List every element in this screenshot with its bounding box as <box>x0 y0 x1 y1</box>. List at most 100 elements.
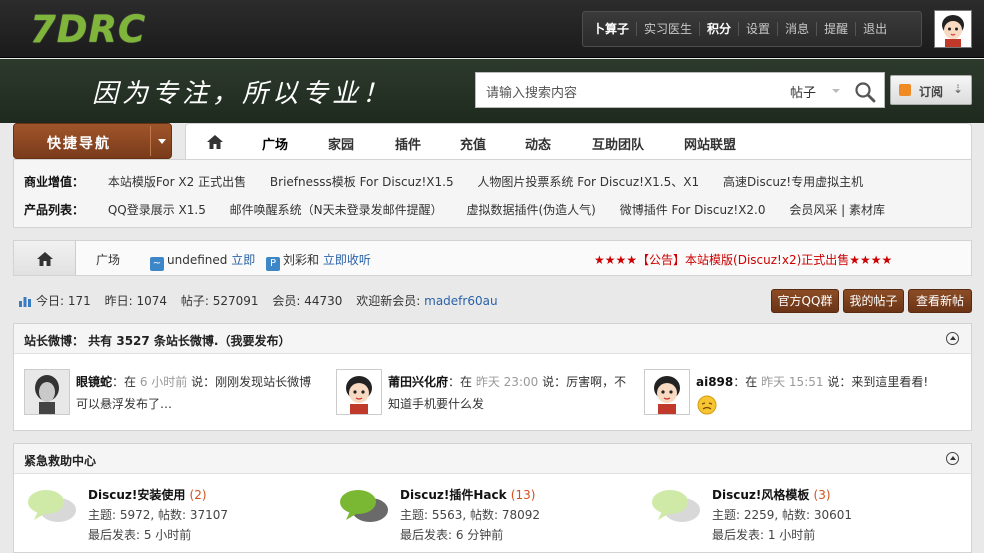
collapse-icon[interactable] <box>946 332 959 345</box>
my-posts-button[interactable]: 我的帖子 <box>843 289 904 313</box>
divider <box>150 126 151 156</box>
chat-bubbles-active-icon[interactable] <box>336 486 392 526</box>
weibo-time: 昨天 23:00 <box>475 375 539 389</box>
stats-posts: 527091 <box>212 294 259 308</box>
forum-new-count: (2) <box>189 488 207 502</box>
announcement[interactable]: ★★★★【公告】本站模版(Discuz!x2)正式出售★★★★ <box>594 251 892 268</box>
avatar[interactable] <box>336 369 382 415</box>
user-avatar[interactable] <box>934 10 972 48</box>
weibo-author[interactable]: 眼镜蛇 <box>76 375 112 389</box>
stats-icon <box>19 297 31 307</box>
promo-heading: 商业增值： <box>24 175 85 189</box>
weibo-item: ai898：在 昨天 15:51 说：来到這里看看! <box>644 369 944 419</box>
quick-nav-button[interactable]: 快捷导航 <box>13 123 172 159</box>
forum-name[interactable]: Discuz!插件Hack (13) <box>400 486 535 503</box>
forum-item: Discuz!风格模板 (3) 主题: 2259, 帖数: 30601 最后发表… <box>638 480 938 550</box>
slogan: 因为专注，所以专业！ <box>92 79 393 109</box>
follow-link[interactable]: 立即收听 <box>323 253 371 267</box>
username-link[interactable]: 卜算子 <box>593 22 636 36</box>
promo-link[interactable]: 微博插件 For Discuz!X2.0 <box>620 203 766 217</box>
search-input[interactable]: 请输入搜索内容 <box>486 82 577 101</box>
weibo-author[interactable]: ai898 <box>696 375 733 389</box>
user-nav-notifications[interactable]: 提醒 <box>816 22 855 36</box>
new-posts-button[interactable]: 查看新帖 <box>908 289 972 313</box>
forum-stats-text: 主题: 5563, 帖数: 78092 <box>400 508 541 522</box>
user-nav-logout[interactable]: 退出 <box>855 22 894 36</box>
subscribe-label: 订阅 <box>919 85 944 99</box>
subscribe-button[interactable]: 订阅 ⇣ <box>890 75 972 105</box>
profile-icon: ~ <box>150 257 164 271</box>
forum-title[interactable]: Discuz!插件Hack <box>400 488 507 502</box>
panel-title[interactable]: 紧急救助中心 <box>24 452 96 469</box>
avatar-photo-icon <box>25 370 69 414</box>
nav-item-home[interactable]: 家园 <box>328 134 354 153</box>
breadcrumb-home[interactable] <box>14 241 76 275</box>
promo-link[interactable]: 虚拟数据插件(伪造人气) <box>466 203 595 217</box>
search-type-select[interactable]: 帖子 <box>790 82 816 101</box>
forum-last-post[interactable]: 最后发表: 5 小时前 <box>88 526 191 543</box>
nav-item-plaza[interactable]: 广场 <box>262 134 288 153</box>
forum-last-post[interactable]: 最后发表: 1 小时前 <box>712 526 815 543</box>
promo-link[interactable]: 高速Discuz!专用虚拟主机 <box>723 175 863 189</box>
forum-title[interactable]: Discuz!安装使用 <box>88 488 185 502</box>
weibo-item: 莆田兴化府：在 昨天 23:00 说：厉害啊，不 知道手机要什么发 <box>336 369 636 419</box>
weibo-author[interactable]: 莆田兴化府 <box>388 375 448 389</box>
user-nav-messages[interactable]: 消息 <box>777 22 816 36</box>
chevron-down-icon[interactable] <box>158 139 166 144</box>
site-logo[interactable]: 7DRC <box>30 8 146 51</box>
user-nav-rank[interactable]: 实习医生 <box>636 22 699 36</box>
promo-link[interactable]: 人物图片投票系统 For Discuz!X1.5、X1 <box>477 175 699 189</box>
panel-title[interactable]: 站长微博： 共有 3527 条站长微博.（我要发布） <box>24 332 291 349</box>
stats-yesterday-label: 昨日: <box>104 294 133 308</box>
nav-item-alliance[interactable]: 网站联盟 <box>684 134 736 153</box>
collapse-icon[interactable] <box>946 452 959 465</box>
weibo-prefix: ：在 <box>733 375 758 389</box>
forum-last-post[interactable]: 最后发表: 6 分钟前 <box>400 526 503 543</box>
promo-link[interactable]: QQ登录展示 X1.5 <box>108 203 206 217</box>
panel-header: 紧急救助中心 <box>14 444 971 474</box>
promo-link[interactable]: 邮件唤醒系统（N天未登录发邮件提醒） <box>230 203 443 217</box>
nav-item-recharge[interactable]: 充值 <box>460 134 486 153</box>
forum-item: Discuz!安装使用 (2) 主题: 5972, 帖数: 37107 最后发表… <box>14 480 314 550</box>
weibo-content: 说：来到這里看看! <box>827 375 929 389</box>
promo-box: 商业增值： 本站模版For X2 正式出售 Briefnesss模板 For D… <box>13 159 972 228</box>
chevron-down-icon[interactable] <box>832 89 840 93</box>
nav-item-feed[interactable]: 动态 <box>525 134 551 153</box>
follow-link[interactable]: 立即 <box>231 253 255 267</box>
forum-title[interactable]: Discuz!风格模板 <box>712 488 809 502</box>
stats-yesterday: 1074 <box>136 294 168 308</box>
forum-name[interactable]: Discuz!风格模板 (3) <box>712 486 831 503</box>
promo-link[interactable]: 会员风采 | 素材库 <box>789 203 885 217</box>
smiley-icon <box>697 395 717 414</box>
weibo-content: 说：刚刚发现站长微博 <box>191 375 312 389</box>
user-nav-settings[interactable]: 设置 <box>738 22 777 36</box>
breadcrumb-item[interactable]: 广场 <box>96 251 120 268</box>
forum-name[interactable]: Discuz!安装使用 (2) <box>88 486 207 503</box>
home-icon[interactable] <box>206 134 224 150</box>
promo-link[interactable]: Briefnesss模板 For Discuz!X1.5 <box>270 175 454 189</box>
promo-row-business: 商业增值： 本站模版For X2 正式出售 Briefnesss模板 For D… <box>24 173 883 189</box>
weibo-text: 莆田兴化府：在 昨天 23:00 说：厉害啊，不 知道手机要什么发 <box>388 371 638 415</box>
chat-bubbles-icon[interactable] <box>24 486 80 526</box>
search-icon[interactable] <box>854 81 876 103</box>
user-nav: 卜算子 实习医生 积分 设置 消息 提醒 退出 <box>582 11 922 47</box>
promo-link[interactable]: 本站模版For X2 正式出售 <box>108 175 246 189</box>
weibo-time: 昨天 15:51 <box>761 375 824 389</box>
avatar[interactable] <box>24 369 70 415</box>
user-nav-credits[interactable]: 积分 <box>699 22 738 36</box>
avatar[interactable] <box>644 369 690 415</box>
quick-nav-label: 快捷导航 <box>47 136 111 152</box>
weibo-prefix: ：在 <box>448 375 473 389</box>
stats-posts-label: 帖子: <box>180 294 209 308</box>
follow-user-name[interactable]: undefined <box>167 253 227 267</box>
chat-bubbles-icon[interactable] <box>648 486 704 526</box>
home-icon[interactable] <box>36 251 54 267</box>
nav-item-plugins[interactable]: 插件 <box>395 134 421 153</box>
stats-welcome-label: 欢迎新会员: <box>356 294 421 308</box>
help-center-panel: 紧急救助中心 Discuz!安装使用 (2) 主题: 5972, 帖数: 371… <box>13 443 972 553</box>
follow-user-name[interactable]: 刘彩和 <box>283 253 319 267</box>
panel-header: 站长微博： 共有 3527 条站长微博.（我要发布） <box>14 324 971 354</box>
nav-item-team[interactable]: 互助团队 <box>592 134 644 153</box>
new-member-link[interactable]: madefr60au <box>424 294 497 308</box>
qq-group-button[interactable]: 官方QQ群 <box>771 289 839 313</box>
